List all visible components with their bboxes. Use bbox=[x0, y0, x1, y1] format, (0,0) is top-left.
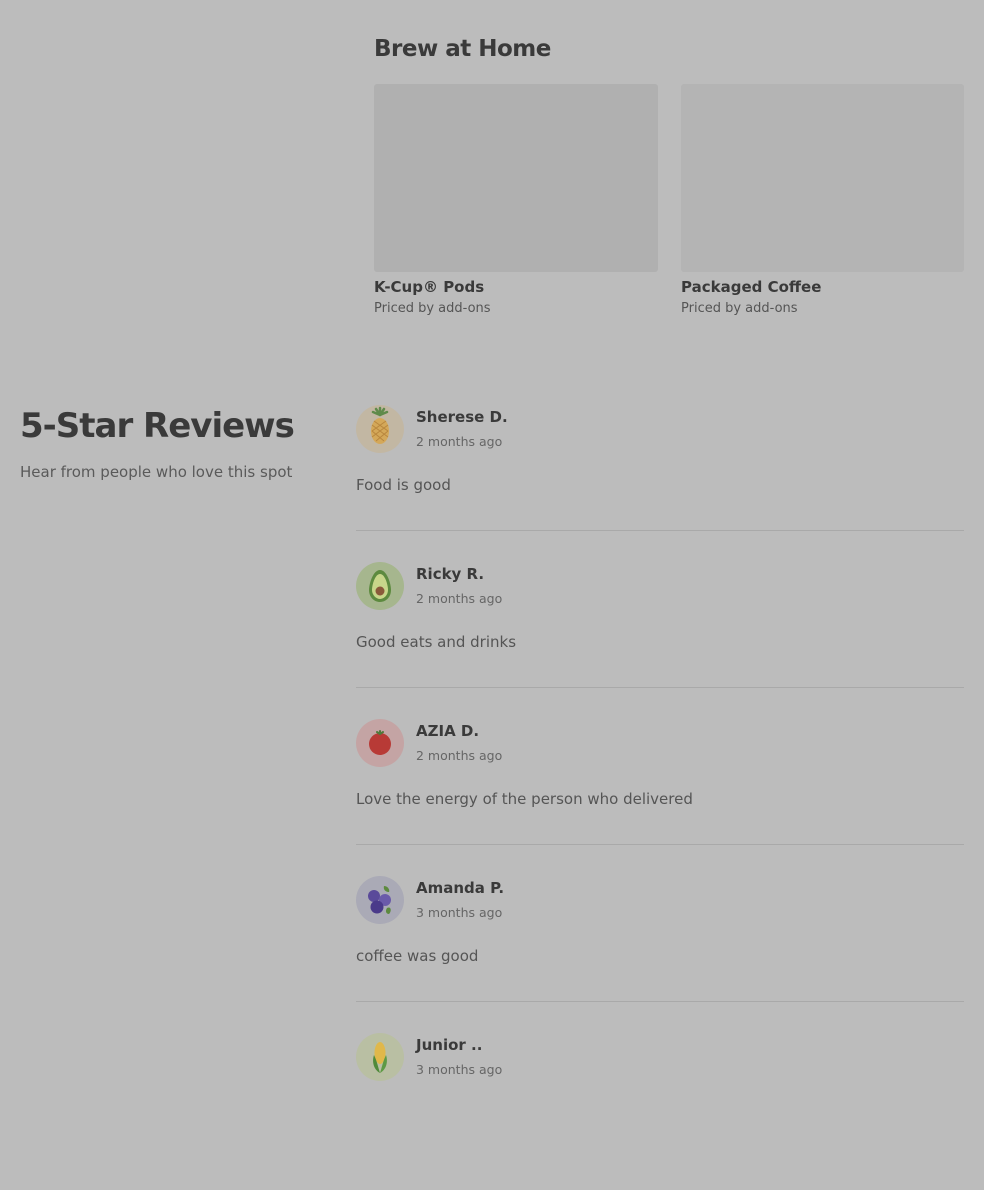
product-name: K-Cup® Pods bbox=[374, 278, 485, 296]
product-card-kcup-pods[interactable]: K-Cup® Pods Priced by add-ons bbox=[374, 84, 658, 317]
avocado-icon bbox=[356, 562, 404, 610]
review-divider bbox=[356, 844, 964, 845]
reviewer-name: AZIA D. bbox=[416, 722, 480, 740]
product-name: Packaged Coffee bbox=[681, 278, 822, 296]
product-card-packaged-coffee[interactable]: Packaged Coffee Priced by add-ons bbox=[681, 84, 964, 317]
blueberry-icon bbox=[356, 876, 404, 924]
review-text: Good eats and drinks bbox=[356, 633, 517, 651]
review-date: 3 months ago bbox=[416, 905, 503, 920]
product-image-placeholder[interactable] bbox=[681, 84, 964, 272]
review-text: coffee was good bbox=[356, 947, 479, 965]
review-divider bbox=[356, 1001, 964, 1002]
review-item: Junior .. 3 months ago bbox=[356, 1033, 964, 1190]
product-price: Priced by add-ons bbox=[681, 301, 798, 316]
review-text: Love the energy of the person who delive… bbox=[356, 790, 693, 808]
reviews-list: Sherese D. 2 months ago Food is good Ric… bbox=[356, 405, 964, 1190]
reviewer-name: Sherese D. bbox=[416, 408, 508, 426]
brew-at-home-heading: Brew at Home bbox=[374, 36, 551, 62]
review-divider bbox=[356, 530, 964, 531]
reviewer-name: Amanda P. bbox=[416, 879, 505, 897]
reviewer-name: Junior .. bbox=[416, 1036, 483, 1054]
reviewer-name: Ricky R. bbox=[416, 565, 485, 583]
review-date: 2 months ago bbox=[416, 748, 503, 763]
review-text: Food is good bbox=[356, 476, 451, 494]
reviews-subtitle: Hear from people who love this spot bbox=[20, 463, 293, 481]
review-date: 3 months ago bbox=[416, 1062, 503, 1077]
review-date: 2 months ago bbox=[416, 591, 503, 606]
reviews-heading: 5-Star Reviews bbox=[20, 406, 295, 446]
product-price: Priced by add-ons bbox=[374, 301, 491, 316]
review-date: 2 months ago bbox=[416, 434, 503, 449]
pineapple-icon bbox=[356, 405, 404, 453]
review-item: Sherese D. 2 months ago Food is good bbox=[356, 405, 964, 562]
corn-icon bbox=[356, 1033, 404, 1081]
tomato-icon bbox=[356, 719, 404, 767]
review-divider bbox=[356, 687, 964, 688]
review-item: AZIA D. 2 months ago Love the energy of … bbox=[356, 719, 964, 876]
review-item: Ricky R. 2 months ago Good eats and drin… bbox=[356, 562, 964, 719]
review-item: Amanda P. 3 months ago coffee was good bbox=[356, 876, 964, 1033]
product-image-placeholder[interactable] bbox=[374, 84, 658, 272]
